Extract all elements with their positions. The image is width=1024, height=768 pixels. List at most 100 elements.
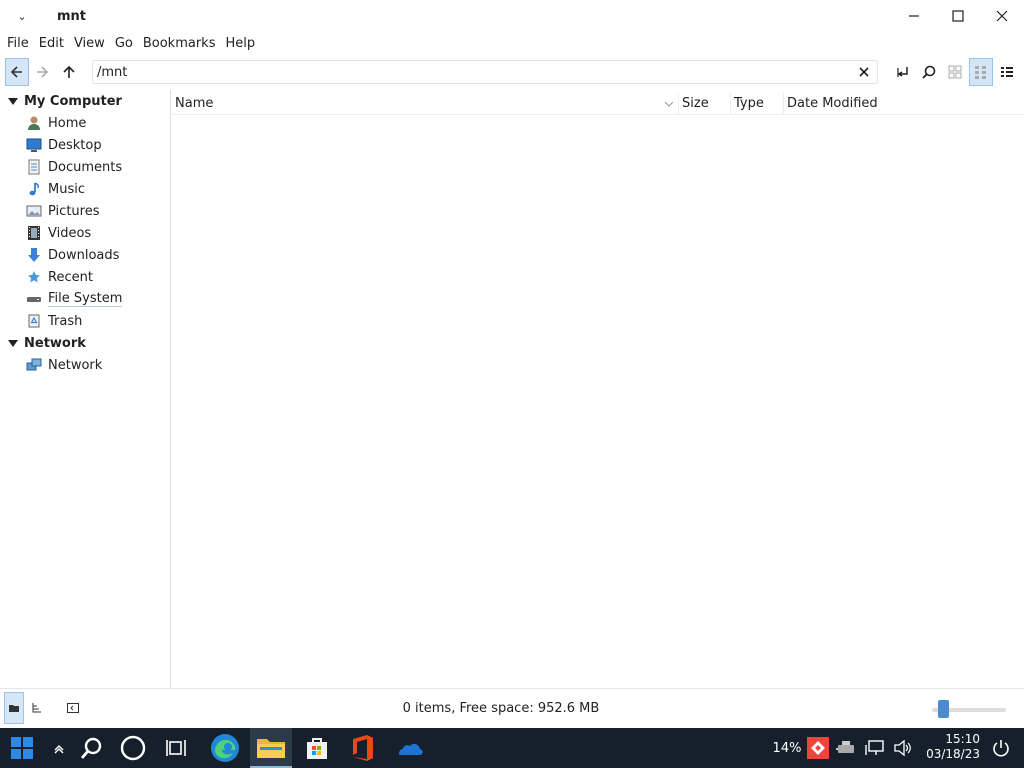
compact-view-button[interactable] <box>995 58 1019 86</box>
taskbar-edge[interactable] <box>204 728 246 768</box>
start-button[interactable] <box>0 728 44 768</box>
cortana-button[interactable] <box>114 728 152 768</box>
location-bar[interactable]: /mnt <box>92 60 878 84</box>
icon-view-button[interactable] <box>943 58 967 86</box>
anydesk-icon <box>807 737 829 759</box>
maximize-button[interactable] <box>936 0 980 32</box>
tray-volume[interactable] <box>890 728 916 768</box>
search-icon <box>80 737 102 759</box>
sidebar-item-label: Music <box>48 181 85 197</box>
status-bar: 0 items, Free space: 952.6 MB <box>0 688 1024 728</box>
back-button[interactable] <box>5 58 29 86</box>
download-arrow-icon <box>26 247 42 263</box>
column-header-size[interactable]: Size <box>679 92 731 115</box>
sidebar: My Computer Home Desktop Documents Music… <box>0 90 171 688</box>
sidebar-item-downloads[interactable]: Downloads <box>0 244 170 266</box>
toolbar: /mnt <box>0 58 1024 88</box>
power-plug-icon <box>836 741 854 753</box>
task-view-button[interactable] <box>158 728 196 768</box>
sidebar-item-label: Videos <box>48 225 92 241</box>
up-button[interactable] <box>57 58 81 86</box>
sidebar-section-my-computer[interactable]: My Computer <box>0 90 170 112</box>
menu-file[interactable]: File <box>2 36 34 51</box>
tray-power-plug[interactable] <box>833 728 859 768</box>
network-monitor-icon <box>865 740 884 755</box>
film-icon <box>26 225 42 241</box>
clear-icon <box>859 67 869 77</box>
taskbar-onedrive[interactable] <box>388 728 430 768</box>
sidebar-item-pictures[interactable]: Pictures <box>0 200 170 222</box>
tray-anydesk[interactable] <box>806 728 830 768</box>
column-header-name[interactable]: Name <box>172 92 679 115</box>
menu-view[interactable]: View <box>69 36 110 51</box>
folder-icon <box>257 739 285 758</box>
sidebar-section-label: Network <box>24 335 86 351</box>
taskbar-office[interactable] <box>342 728 384 768</box>
sort-chevron-icon <box>664 101 674 107</box>
sidebar-item-desktop[interactable]: Desktop <box>0 134 170 156</box>
forward-button[interactable] <box>30 58 54 86</box>
column-label: Name <box>175 96 214 111</box>
taskbar-search-button[interactable] <box>74 728 110 768</box>
onedrive-cloud-icon <box>399 743 423 755</box>
sidebar-item-trash[interactable]: Trash <box>0 310 170 332</box>
drive-icon <box>26 291 42 307</box>
clock[interactable]: 15:10 03/18/23 <box>926 732 980 762</box>
expand-triangle-icon[interactable] <box>8 338 18 348</box>
sidebar-section-label: My Computer <box>24 93 122 109</box>
battery-percent: 14% <box>772 740 802 756</box>
minimize-button[interactable] <box>892 0 936 32</box>
arrow-right-icon <box>37 66 49 78</box>
taskbar: 14% 15:10 03/18/23 <box>0 728 1024 768</box>
sidebar-item-music[interactable]: Music <box>0 178 170 200</box>
list-view-button[interactable] <box>969 58 993 86</box>
windows-logo-icon <box>11 737 33 759</box>
desktop-icon <box>26 137 42 153</box>
column-label: Type <box>734 96 764 111</box>
clear-location-button[interactable] <box>855 63 873 81</box>
sidebar-item-videos[interactable]: Videos <box>0 222 170 244</box>
arrow-up-icon <box>63 65 75 78</box>
sidebar-item-network[interactable]: Network <box>0 354 170 376</box>
window-menu-button[interactable]: ⌄ <box>0 0 44 32</box>
power-button[interactable] <box>988 728 1014 768</box>
pictures-icon <box>26 203 42 219</box>
sidebar-item-home[interactable]: Home <box>0 112 170 134</box>
tray-network[interactable] <box>862 728 888 768</box>
sidebar-item-file-system[interactable]: File System <box>0 288 170 310</box>
menu-bar: File Edit View Go Bookmarks Help <box>0 32 1024 54</box>
task-view-icon <box>166 740 186 756</box>
show-hidden-icons-button[interactable] <box>48 728 70 768</box>
location-text[interactable]: /mnt <box>97 65 127 80</box>
taskbar-file-manager[interactable] <box>250 728 292 768</box>
menu-go[interactable]: Go <box>110 36 138 51</box>
column-header-type[interactable]: Type <box>731 92 784 115</box>
taskbar-store[interactable] <box>296 728 338 768</box>
sidebar-item-label: Recent <box>48 269 93 285</box>
edge-browser-icon <box>211 734 239 762</box>
file-list-view[interactable]: Name Size Type Date Modified <box>172 90 1024 688</box>
menu-help[interactable]: Help <box>220 36 260 51</box>
clock-time: 15:10 <box>945 732 980 746</box>
window-title: mnt <box>57 8 87 24</box>
toggle-location-button[interactable] <box>891 58 915 86</box>
sidebar-item-recent[interactable]: Recent <box>0 266 170 288</box>
zoom-slider-thumb[interactable] <box>938 700 949 718</box>
return-icon <box>897 67 908 77</box>
search-button[interactable] <box>917 58 941 86</box>
list-header: Name Size Type Date Modified <box>172 92 1024 115</box>
grid-icon <box>948 65 962 79</box>
sidebar-item-label: Home <box>48 115 87 131</box>
menu-edit[interactable]: Edit <box>34 36 69 51</box>
menu-bookmarks[interactable]: Bookmarks <box>138 36 221 51</box>
search-icon <box>922 65 936 79</box>
expand-triangle-icon[interactable] <box>8 96 18 106</box>
maximize-icon <box>952 10 964 22</box>
sidebar-item-label: File System <box>48 291 123 307</box>
title-bar: ⌄ mnt <box>0 0 1024 32</box>
battery-indicator[interactable]: 14% <box>770 728 804 768</box>
sidebar-section-network[interactable]: Network <box>0 332 170 354</box>
column-header-date-modified[interactable]: Date Modified <box>784 93 1022 115</box>
sidebar-item-documents[interactable]: Documents <box>0 156 170 178</box>
close-button[interactable] <box>980 0 1024 32</box>
